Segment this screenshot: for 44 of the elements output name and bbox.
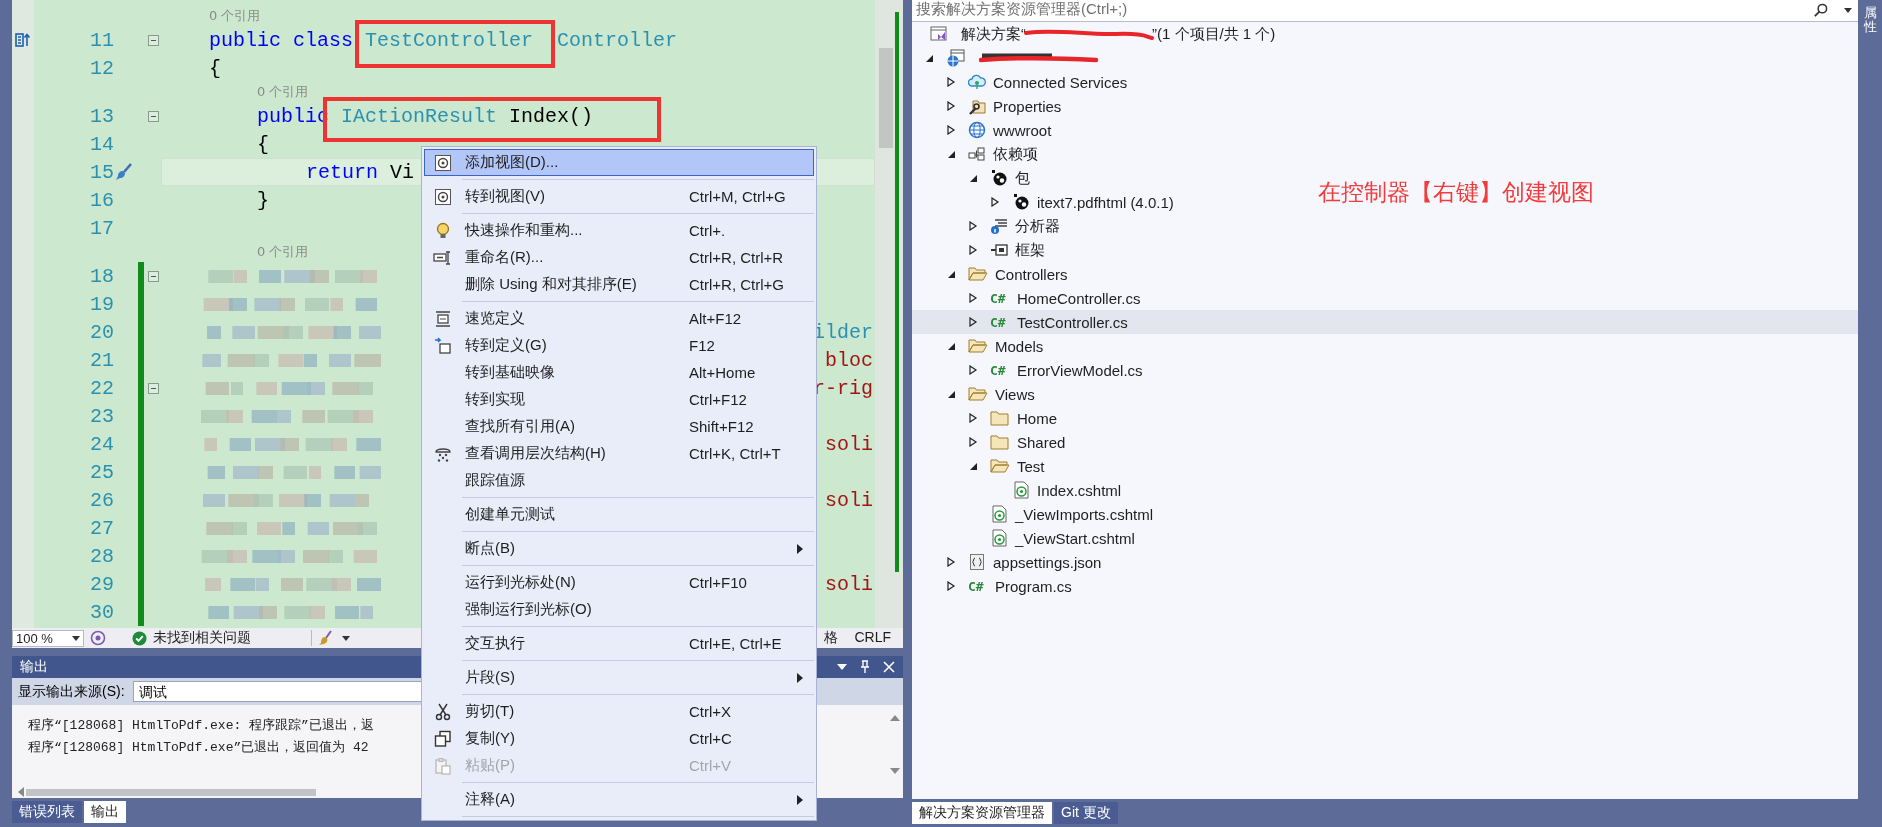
code-text: } — [256, 188, 270, 212]
csharp-file-icon: C# — [968, 578, 988, 594]
output-line: 程序“[128068] HtmlToPdf.exe”已退出，返回值为 42 — [28, 739, 369, 757]
line-number: 14 — [89, 132, 114, 156]
line-number: 26 — [89, 488, 114, 512]
line-number: 16 — [89, 188, 114, 212]
code-text: ilder — [813, 320, 874, 344]
line-number: 12 — [89, 56, 114, 80]
line-number: 27 — [89, 516, 114, 540]
code-text: Index() — [508, 104, 594, 128]
line-number: 23 — [89, 404, 114, 428]
line-number: 24 — [89, 432, 114, 456]
code-text: { — [208, 56, 221, 80]
code-text: IActionResult — [340, 104, 498, 128]
line-number: 17 — [89, 216, 114, 240]
code-text: public class — [208, 28, 355, 52]
csharp-file-icon: C# — [990, 362, 1010, 378]
annotation-text: 在控制器【右键】创建视图 — [1318, 178, 1594, 207]
code-text: soli — [825, 572, 874, 596]
output-source-label: 显示输出来源(S): — [18, 682, 125, 701]
csharp-file-icon: C# — [990, 290, 1010, 306]
line-number: 21 — [89, 348, 114, 372]
line-number: 11 — [89, 28, 114, 52]
line-number: 18 — [89, 264, 114, 288]
code-text: soli — [825, 432, 874, 456]
code-text: return — [305, 160, 379, 184]
line-number: 30 — [89, 600, 114, 624]
line-number: 19 — [89, 292, 114, 316]
line-number: 29 — [89, 572, 114, 596]
line-number: 25 — [89, 460, 114, 484]
line-number: 28 — [89, 544, 114, 568]
code-text: bloc — [825, 348, 874, 372]
code-text: TestController — [365, 28, 534, 52]
code-text: soli — [825, 488, 874, 512]
line-number: 15 — [89, 160, 114, 184]
output-line: 程序“[128068] HtmlToPdf.exe: 程序跟踪”已退出，返 — [28, 717, 374, 735]
code-text: Vi — [389, 160, 415, 184]
panel-title: 输出 — [20, 658, 48, 676]
csharp-file-icon: C# — [990, 314, 1010, 330]
code-text: Controller — [556, 28, 678, 52]
code-text: { — [256, 132, 270, 156]
line-number: 13 — [89, 104, 114, 128]
line-number: 20 — [89, 320, 114, 344]
line-number: 22 — [89, 376, 114, 400]
